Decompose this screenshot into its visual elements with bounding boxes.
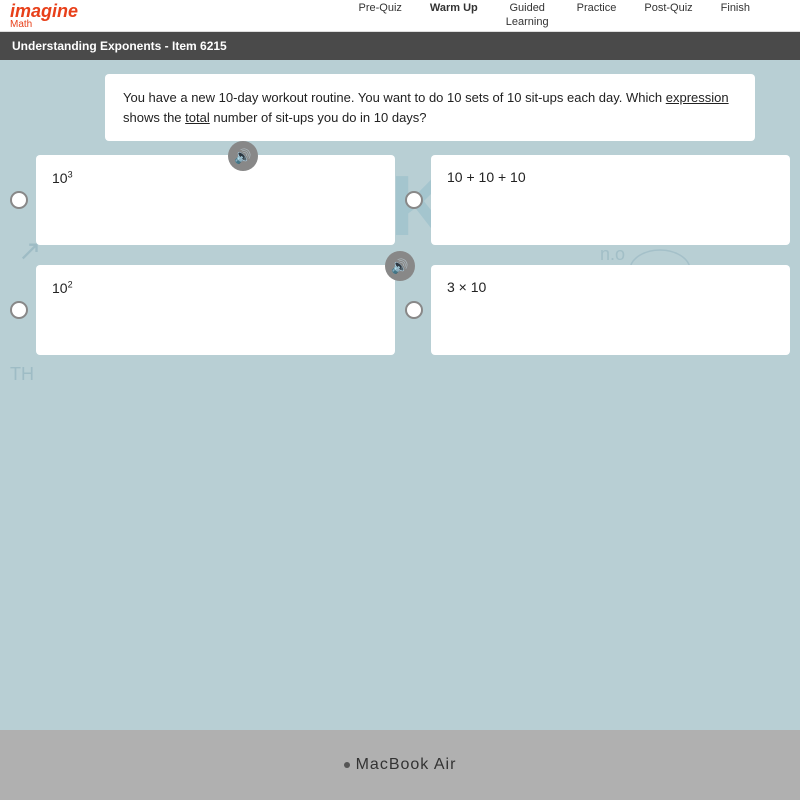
- option-c-card[interactable]: 102: [36, 265, 395, 355]
- svg-text:TH: TH: [10, 364, 34, 384]
- macbook-label: MacBook Air: [356, 756, 457, 774]
- question-box: You have a new 10-day workout routine. Y…: [105, 74, 755, 141]
- option-c-wrapper: 🔊 102: [10, 265, 395, 355]
- nav-warm-up[interactable]: Warm Up: [430, 2, 478, 28]
- nav-pre-quiz[interactable]: Pre-Quiz: [359, 2, 402, 28]
- right-option-column: 10 + 10 + 10 3 × 10: [405, 155, 790, 355]
- macbook-footer: MacBook Air: [0, 730, 800, 800]
- option-b-wrapper: 10 + 10 + 10: [405, 155, 790, 245]
- options-area: 🔊 103 🔊: [0, 155, 800, 355]
- logo-area: imagine Math: [10, 2, 78, 30]
- option-d-card[interactable]: 3 × 10: [431, 265, 790, 355]
- option-d-radio[interactable]: [405, 301, 423, 319]
- question-text: You have a new 10-day workout routine. Y…: [123, 90, 729, 125]
- option-b-radio[interactable]: [405, 191, 423, 209]
- option-a-text: 103: [52, 170, 73, 186]
- nav-finish[interactable]: Finish: [721, 2, 750, 28]
- breadcrumb-bar: Understanding Exponents - Item 6215: [0, 32, 800, 60]
- option-d-wrapper: 3 × 10: [405, 265, 790, 355]
- breadcrumb: Understanding Exponents - Item 6215: [12, 39, 227, 53]
- option-a-card[interactable]: 103: [36, 155, 395, 245]
- speaker-icon-1: 🔊: [234, 148, 251, 165]
- main-content: THiNK ↗ TH ← n.o think You have a new 10…: [0, 60, 800, 730]
- speaker-icon-2: 🔊: [391, 258, 408, 275]
- macbook-dot: [344, 762, 350, 768]
- nav-practice[interactable]: Practice: [577, 2, 617, 28]
- nav-items: Pre-Quiz Warm Up GuidedLearning Practice…: [359, 2, 751, 28]
- option-a-wrapper: 103: [10, 155, 395, 245]
- logo-sub: Math: [10, 20, 78, 30]
- logo-text: imagine: [10, 2, 78, 20]
- option-a-radio[interactable]: [10, 191, 28, 209]
- nav-guided-learning[interactable]: GuidedLearning: [506, 2, 549, 28]
- option-c-radio[interactable]: [10, 301, 28, 319]
- left-option-column: 103 🔊 102: [10, 155, 395, 355]
- option-c-text: 102: [52, 280, 73, 296]
- option-b-text: 10 + 10 + 10: [447, 169, 526, 185]
- option-b-card[interactable]: 10 + 10 + 10: [431, 155, 790, 245]
- top-navigation: imagine Math Pre-Quiz Warm Up GuidedLear…: [0, 0, 800, 32]
- option-d-text: 3 × 10: [447, 279, 486, 295]
- audio-button-1[interactable]: 🔊: [228, 141, 258, 171]
- nav-post-quiz[interactable]: Post-Quiz: [644, 2, 692, 28]
- audio-button-2[interactable]: 🔊: [385, 251, 415, 281]
